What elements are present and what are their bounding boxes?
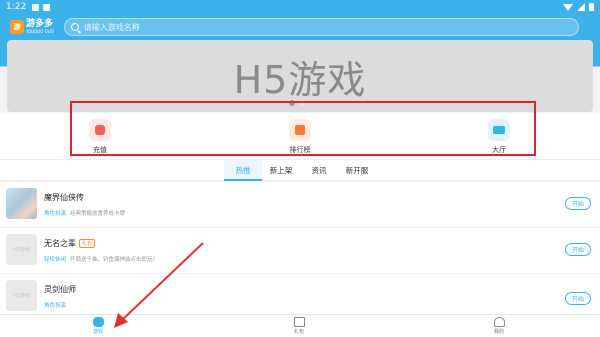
logo-subtitle: YOUDUO DUO xyxy=(26,29,54,34)
signal-icon xyxy=(577,3,585,11)
game-meta: 轻松休闲 开局送千抽，钓鱼爆神装点击即玩！ xyxy=(44,255,158,263)
gift-icon xyxy=(293,317,305,327)
gamepad-icon xyxy=(92,317,104,327)
nav-label: 礼包 xyxy=(293,329,304,335)
game-row[interactable]: H5游戏 无名之辈 礼包 轻松休闲 开局送千抽，钓鱼爆神装点击即玩！ 开始 xyxy=(0,228,600,274)
nav-item-gifts[interactable]: 礼包 xyxy=(279,317,319,335)
status-bar: 1:22 xyxy=(0,0,600,14)
gift-tag-badge: 礼包 xyxy=(79,239,96,248)
nav-item-profile[interactable]: 我的 xyxy=(479,317,519,335)
game-thumbnail: H5游戏 xyxy=(6,280,37,311)
tab-new-release[interactable]: 新上架 xyxy=(262,160,300,180)
battery-icon xyxy=(589,3,594,11)
nav-label: 我的 xyxy=(493,329,504,335)
search-bar[interactable] xyxy=(63,18,579,36)
game-list: 魔界仙侠传 角色扮演 经典策略放置养成卡牌 开始 H5游戏 无名之辈 礼包 轻松休闲… xyxy=(0,182,600,314)
category-tabs: 热推 新上架 资讯 新开服 xyxy=(0,159,600,181)
nav-item-games[interactable]: 游戏 xyxy=(78,317,118,335)
game-description: 经典策略放置养成卡牌 xyxy=(70,211,126,217)
game-thumbnail: H5游戏 xyxy=(6,234,37,265)
game-category: 角色扮演 xyxy=(44,211,67,217)
logo-title: 游多多 xyxy=(26,19,54,29)
nav-label: 游戏 xyxy=(92,329,103,335)
game-name: 魔界仙侠传 xyxy=(44,193,84,202)
message-notification-icon xyxy=(43,3,51,11)
app-logo: 游 游多多 YOUDUO DUO xyxy=(10,20,54,34)
tab-new-server[interactable]: 新开服 xyxy=(338,160,376,180)
game-category: 角色扮演 xyxy=(44,303,67,309)
tab-hot[interactable]: 热推 xyxy=(224,160,262,181)
image-notification-icon xyxy=(32,3,40,11)
highlight-box-annotation xyxy=(70,101,536,156)
start-game-button[interactable]: 开始 xyxy=(565,197,591,210)
banner-title: H5游戏 xyxy=(233,57,367,102)
tab-news[interactable]: 资讯 xyxy=(300,160,338,180)
status-time: 1:22 xyxy=(6,2,27,12)
search-icon xyxy=(70,23,79,31)
game-name-wrap: 无名之辈 礼包 xyxy=(44,238,96,249)
game-name: 无名之辈 xyxy=(44,239,76,248)
game-description: 开局送千抽，钓鱼爆神装点击即玩！ xyxy=(70,257,159,263)
search-input[interactable] xyxy=(83,22,572,32)
game-meta: 角色扮演 xyxy=(44,301,70,309)
start-game-button[interactable]: 开始 xyxy=(565,243,591,256)
game-meta: 角色扮演 经典策略放置养成卡牌 xyxy=(44,209,125,217)
wifi-icon xyxy=(563,3,573,11)
game-category: 轻松休闲 xyxy=(44,257,67,263)
game-thumbnail xyxy=(6,188,37,219)
logo-mark-icon: 游 xyxy=(10,20,24,34)
app-header: 游 游多多 YOUDUO DUO xyxy=(0,14,600,40)
start-game-button[interactable]: 开始 xyxy=(565,292,591,305)
bottom-navigation: 游戏 礼包 我的 xyxy=(0,314,600,337)
game-name: 灵剑仙师 xyxy=(44,285,76,294)
app-screen: 1:22 游 游多多 YOUDUO DUO H5游戏 xyxy=(0,0,600,337)
user-icon xyxy=(493,317,505,327)
game-row[interactable]: 魔界仙侠传 角色扮演 经典策略放置养成卡牌 开始 xyxy=(0,182,600,228)
